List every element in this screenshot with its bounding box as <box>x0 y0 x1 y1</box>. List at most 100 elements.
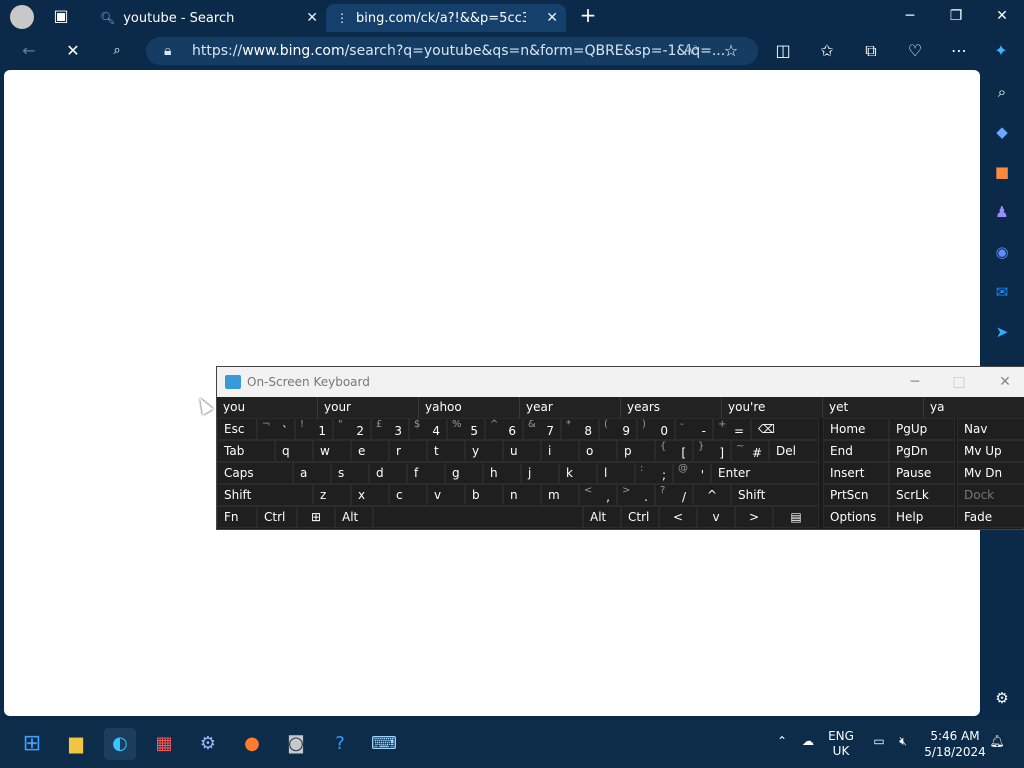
camera-icon[interactable]: ◙ <box>280 728 312 760</box>
key-right-ctrl[interactable]: Ctrl <box>621 506 659 528</box>
osk-close-button[interactable]: ✕ <box>985 367 1024 397</box>
key-hash[interactable]: ~ # <box>731 440 769 462</box>
key-backspace[interactable]: ⌫ <box>751 418 819 440</box>
key-help[interactable]: Help <box>889 506 955 528</box>
key-prtscn[interactable]: PrtScn <box>823 484 889 506</box>
key-6[interactable]: ^ 6 <box>485 418 523 440</box>
copilot-icon[interactable]: ✦ <box>990 40 1012 62</box>
key-options[interactable]: Options <box>823 506 889 528</box>
search-icon[interactable]: ⌕ <box>992 82 1012 102</box>
key-slash[interactable]: ? / <box>655 484 693 506</box>
collections-icon[interactable]: ⧉ <box>860 40 882 62</box>
key-5[interactable]: % 5 <box>447 418 485 440</box>
key-g[interactable]: g <box>445 462 483 484</box>
key-i[interactable]: i <box>541 440 579 462</box>
back-icon[interactable]: ← <box>18 40 40 62</box>
key-backtick[interactable]: ¬ ` <box>257 418 295 440</box>
shopping-tag-icon[interactable]: ◆ <box>992 122 1012 142</box>
key-right-shift[interactable]: Shift <box>731 484 819 506</box>
key-mv-up[interactable]: Mv Up <box>957 440 1024 462</box>
key-space[interactable] <box>373 506 583 528</box>
key-a[interactable]: a <box>293 462 331 484</box>
volume-muted-icon[interactable]: 🔇︎ <box>894 734 912 749</box>
key-p[interactable]: p <box>617 440 655 462</box>
key-semicolon[interactable]: :; <box>635 462 673 484</box>
key-0[interactable]: ) 0 <box>637 418 675 440</box>
onedrive-icon[interactable]: ☁ <box>798 734 818 748</box>
osk-minimize-button[interactable]: ─ <box>895 367 935 397</box>
key-h[interactable]: h <box>483 462 521 484</box>
tab-bing-redirect[interactable]: ⋮ bing.com/ck/a?!&&p=5cc3462d ✕ <box>326 4 566 32</box>
key-q[interactable]: q <box>275 440 313 462</box>
network-icon[interactable]: ▭ <box>870 734 888 748</box>
stop-loading-icon[interactable]: ✕ <box>62 40 84 62</box>
new-tab-button[interactable]: + <box>578 4 598 28</box>
firefox-icon[interactable]: ● <box>236 728 268 760</box>
prediction-item[interactable]: years <box>621 397 722 418</box>
key-b[interactable]: b <box>465 484 503 506</box>
prediction-item[interactable]: yet <box>823 397 924 418</box>
prediction-item[interactable]: ya <box>924 397 1024 418</box>
key-pgdn[interactable]: PgDn <box>889 440 955 462</box>
key-fade[interactable]: Fade <box>957 506 1024 528</box>
key-7[interactable]: & 7 <box>523 418 561 440</box>
outlook-icon[interactable]: ✉ <box>992 282 1012 302</box>
tools-icon[interactable]: ■ <box>992 162 1012 182</box>
key-3[interactable]: £3 <box>371 418 409 440</box>
show-hidden-icons-icon[interactable]: ⌃ <box>774 734 790 748</box>
key-home[interactable]: Home <box>823 418 889 440</box>
key-f[interactable]: f <box>407 462 445 484</box>
key-j[interactable]: j <box>521 462 559 484</box>
file-explorer-icon[interactable]: ▆ <box>60 728 92 760</box>
key-period[interactable]: >. <box>617 484 655 506</box>
get-help-icon[interactable]: ? <box>324 728 356 760</box>
key-e[interactable]: e <box>351 440 389 462</box>
key-scrlk[interactable]: ScrLk <box>889 484 955 506</box>
osk-maximize-button[interactable]: □ <box>939 367 979 397</box>
key-apostrophe[interactable]: @ ' <box>673 462 711 484</box>
notifications-icon[interactable]: 🔔︎ <box>988 734 1006 748</box>
key-caps[interactable]: Caps <box>217 462 293 484</box>
key-n[interactable]: n <box>503 484 541 506</box>
osk-titlebar[interactable]: On-Screen Keyboard ─ □ ✕ <box>217 367 1024 397</box>
restore-button[interactable]: ❐ <box>936 4 976 28</box>
on-screen-keyboard-icon[interactable]: ⌨ <box>368 728 400 760</box>
drop-icon[interactable]: ➤ <box>992 322 1012 342</box>
tab-youtube-search[interactable]: 🔍︎ youtube - Search ✕ <box>92 4 326 32</box>
key-8[interactable]: * 8 <box>561 418 599 440</box>
key-minus[interactable]: -- <box>675 418 713 440</box>
close-window-button[interactable]: ✕ <box>982 4 1022 28</box>
key-w[interactable]: w <box>313 440 351 462</box>
language-indicator[interactable]: ENG UK <box>824 729 858 759</box>
key-x[interactable]: x <box>351 484 389 506</box>
address-bar[interactable]: 🔒︎ https://www.bing.com/search?q=youtube… <box>146 37 758 65</box>
key-enter[interactable]: Enter <box>711 462 819 484</box>
prediction-item[interactable]: yahoo <box>419 397 520 418</box>
split-screen-icon[interactable]: ◫ <box>772 40 794 62</box>
settings-gear-icon[interactable]: ⚙ <box>192 728 224 760</box>
key-r[interactable]: r <box>389 440 427 462</box>
key-t[interactable]: t <box>427 440 465 462</box>
key-o[interactable]: o <box>579 440 617 462</box>
key-insert[interactable]: Insert <box>823 462 889 484</box>
key-pgup[interactable]: PgUp <box>889 418 955 440</box>
key-right-arrow[interactable]: > <box>735 506 773 528</box>
key-2[interactable]: " 2 <box>333 418 371 440</box>
key-c[interactable]: c <box>389 484 427 506</box>
key-up-arrow[interactable]: ^ <box>693 484 731 506</box>
key-tab[interactable]: Tab <box>217 440 275 462</box>
key-end[interactable]: End <box>823 440 889 462</box>
key-nav[interactable]: Nav <box>957 418 1024 440</box>
start-windows-icon[interactable]: ⊞ <box>16 728 48 760</box>
close-tab-icon[interactable]: ✕ <box>306 10 318 26</box>
games-icon[interactable]: ♟ <box>992 202 1012 222</box>
settings-gear-icon[interactable]: ⚙ <box>992 688 1012 708</box>
key-comma[interactable]: <, <box>579 484 617 506</box>
more-menu-icon[interactable]: ⋯ <box>948 40 970 62</box>
prediction-item[interactable]: your <box>318 397 419 418</box>
key-left-arrow[interactable]: < <box>659 506 697 528</box>
key-1[interactable]: ! 1 <box>295 418 333 440</box>
favorites-icon[interactable]: ✩ <box>816 40 838 62</box>
key-u[interactable]: u <box>503 440 541 462</box>
close-tab-icon[interactable]: ✕ <box>546 10 558 26</box>
